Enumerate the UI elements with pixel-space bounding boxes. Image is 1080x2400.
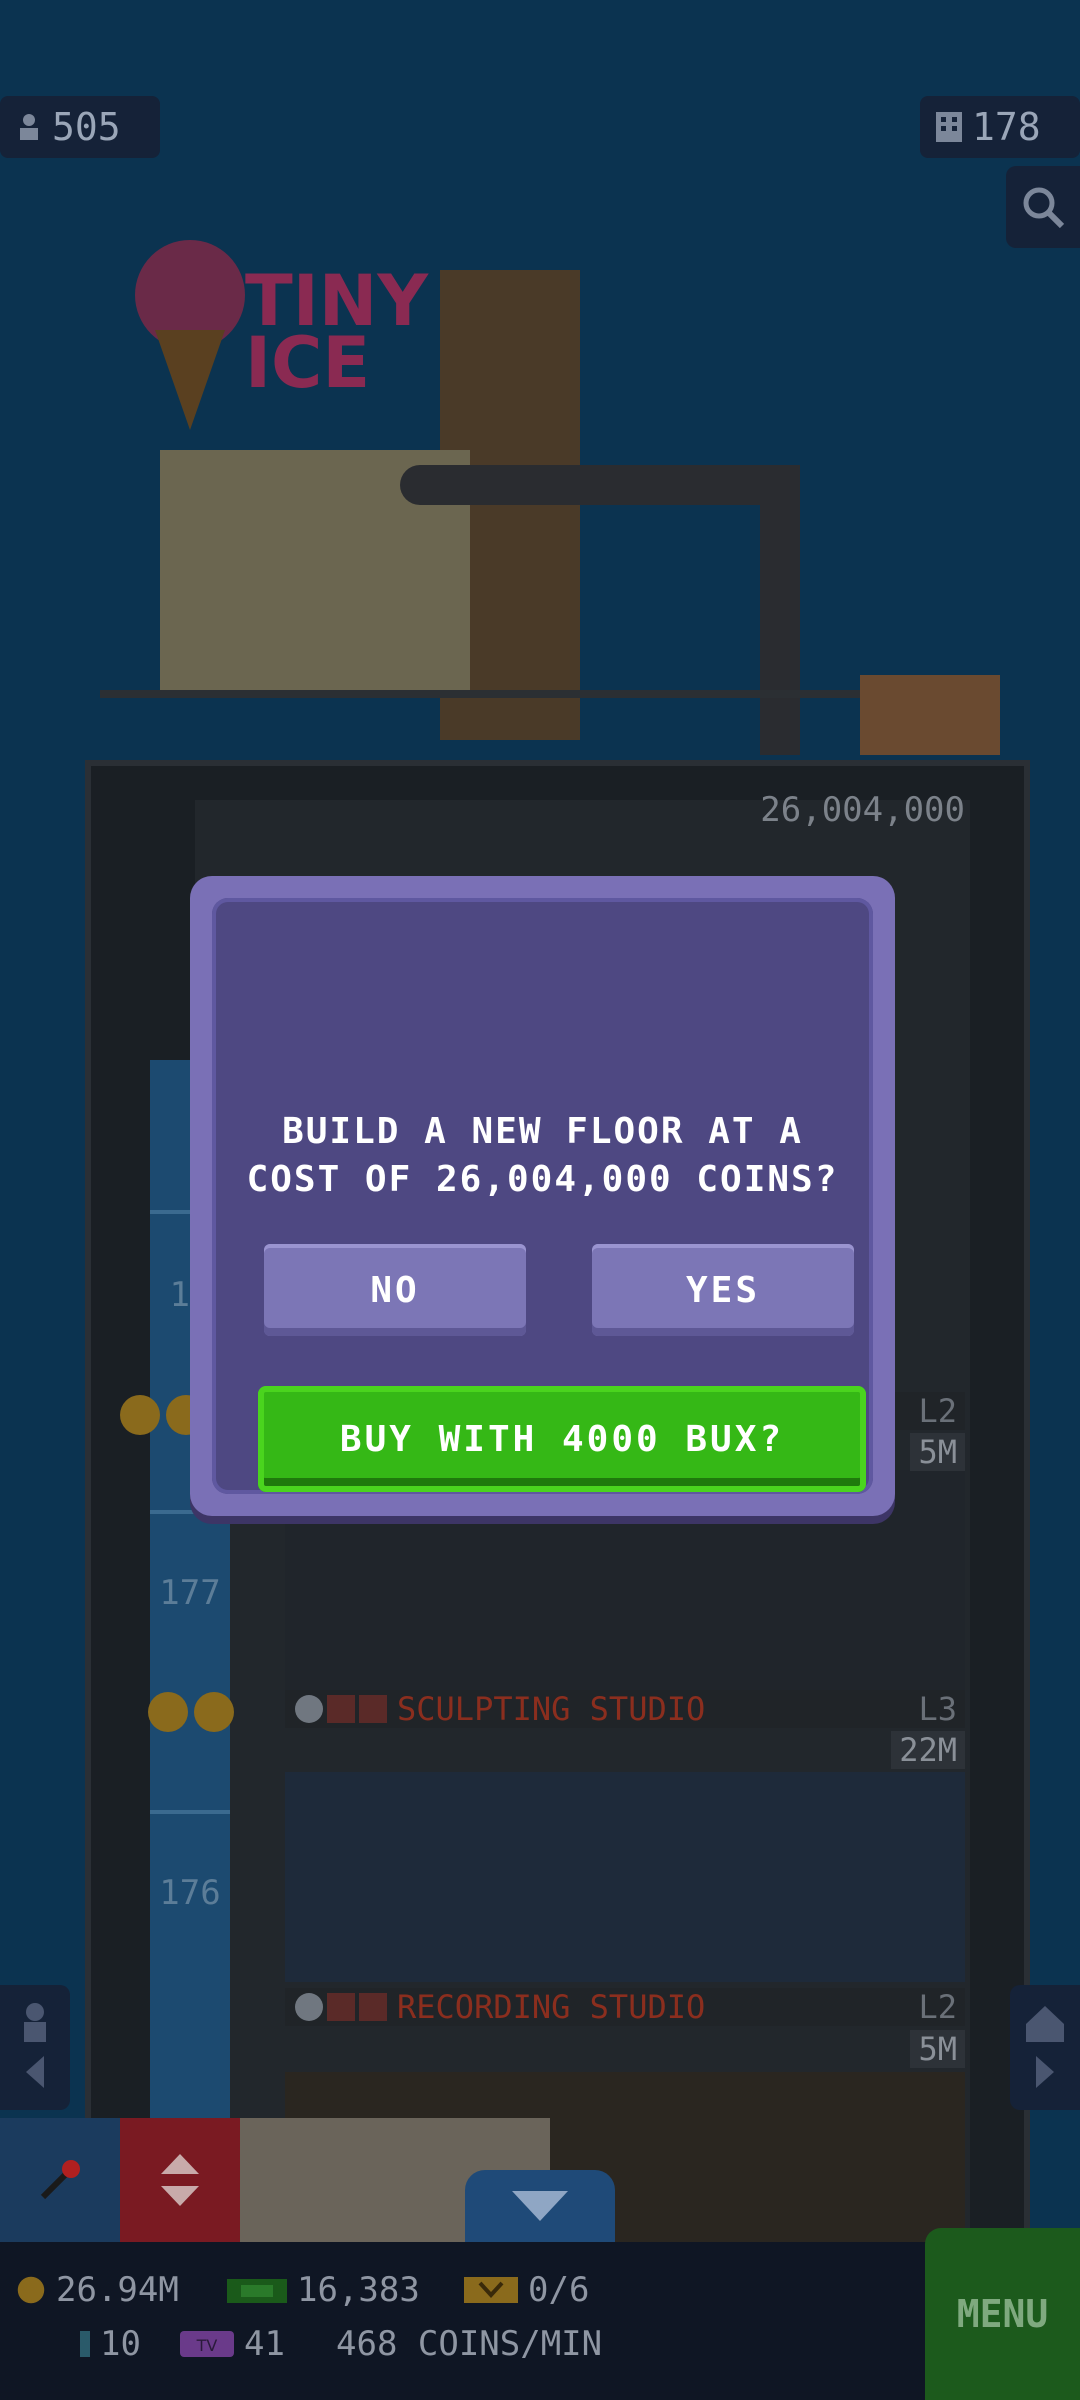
- floor-level: L2: [918, 1392, 957, 1430]
- dialog-message-line-2: COST OF 26,004,000 COINS?: [246, 1159, 839, 1200]
- bux-value: 16,383: [297, 2270, 420, 2310]
- rooftop-box: [860, 675, 1000, 755]
- floor-status-icons: [285, 1695, 397, 1723]
- coins-stat[interactable]: 26.94M: [14, 2270, 179, 2310]
- floor-room[interactable]: [285, 1510, 965, 1690]
- floor-room[interactable]: [285, 1772, 965, 1982]
- lobby-nav-button[interactable]: [1010, 1985, 1080, 2110]
- shaft-divider: [150, 1810, 230, 1814]
- tickets-stat[interactable]: 10: [78, 2324, 141, 2364]
- tickets-value: 10: [100, 2324, 141, 2364]
- floor-header[interactable]: RECORDING STUDIO L2: [285, 1988, 965, 2026]
- vip-stat[interactable]: 0/6: [462, 2270, 589, 2310]
- tv-value: 41: [244, 2324, 285, 2364]
- floor-upgrade-price[interactable]: 5M: [910, 1433, 965, 1471]
- building-icon: [936, 112, 962, 142]
- elevator-tool-button[interactable]: [120, 2118, 240, 2242]
- magnifier-icon: [1023, 187, 1065, 229]
- bottom-status-bar: 26.94M 16,383 0/6 10 TV 41 468 COINS/MIN: [0, 2242, 1080, 2400]
- build-floor-dialog: BUILD A NEW FLOOR AT A COST OF 26,004,00…: [190, 876, 895, 1516]
- floor-name: SCULPTING STUDIO: [397, 1690, 706, 1728]
- svg-text:TV: TV: [196, 2336, 218, 2355]
- bitizen-nav-button[interactable]: [0, 1985, 70, 2110]
- floor-status-icons: [285, 1993, 397, 2021]
- dialog-panel: BUILD A NEW FLOOR AT A COST OF 26,004,00…: [212, 898, 873, 1494]
- floor-counter[interactable]: 178: [920, 96, 1080, 158]
- search-button[interactable]: [1006, 166, 1080, 248]
- build-tool-button[interactable]: [0, 2118, 120, 2242]
- tiny-ice-logo: TINY ICE: [245, 266, 428, 398]
- collapse-toolbar-button[interactable]: [465, 2170, 615, 2242]
- population-value: 505: [52, 105, 121, 149]
- person-icon: [20, 114, 38, 140]
- golden-ticket-icon: [80, 2331, 90, 2357]
- floor-number: 176: [159, 1873, 221, 1913]
- floor-header[interactable]: SCULPTING STUDIO L3: [285, 1690, 965, 1728]
- bux-icon: [227, 2279, 287, 2303]
- dialog-message-line-1: BUILD A NEW FLOOR AT A: [282, 1111, 803, 1152]
- floor-upgrade-price[interactable]: 22M: [891, 1731, 965, 1769]
- tv-icon: TV: [180, 2331, 234, 2357]
- population-counter[interactable]: 505: [0, 96, 160, 158]
- home-arrow-icon: [1026, 2005, 1064, 2088]
- floor-level: L3: [918, 1690, 957, 1728]
- vip-value: 0/6: [528, 2270, 590, 2310]
- rooftop-pipe: [400, 465, 800, 505]
- buy-with-bux-button[interactable]: BUY WITH 4000 BUX?: [258, 1386, 866, 1492]
- bux-stat[interactable]: 16,383: [225, 2270, 420, 2310]
- floor-name: RECORDING STUDIO: [397, 1988, 706, 2026]
- pin-icon: [40, 2160, 80, 2200]
- dialog-message: BUILD A NEW FLOOR AT A COST OF 26,004,00…: [212, 1108, 873, 1204]
- coins-value: 26.94M: [56, 2270, 179, 2310]
- floor-number: 177: [159, 1573, 221, 1613]
- new-floor-price[interactable]: 26,004,000: [760, 790, 965, 830]
- person-arrow-icon: [24, 2002, 46, 2088]
- chevron-down-icon: [512, 2191, 568, 2221]
- up-down-arrows-icon: [161, 2154, 199, 2206]
- tv-stat[interactable]: TV 41: [178, 2324, 285, 2364]
- yes-button[interactable]: YES: [592, 1244, 854, 1336]
- no-button[interactable]: NO: [264, 1244, 526, 1336]
- coin-rate: 468 COINS/MIN: [336, 2324, 602, 2364]
- floor-count-value: 178: [972, 105, 1041, 149]
- floor-upgrade-price[interactable]: 5M: [910, 2030, 965, 2068]
- ice-cream-cone-icon: [135, 240, 245, 430]
- floor-level: L2: [918, 1988, 957, 2026]
- vip-ticket-icon: [464, 2277, 518, 2303]
- menu-button[interactable]: MENU: [925, 2228, 1080, 2400]
- coin-icon: [17, 2276, 45, 2304]
- floor-stars: [148, 1692, 234, 1732]
- coin-rate-value: 468 COINS/MIN: [336, 2324, 603, 2364]
